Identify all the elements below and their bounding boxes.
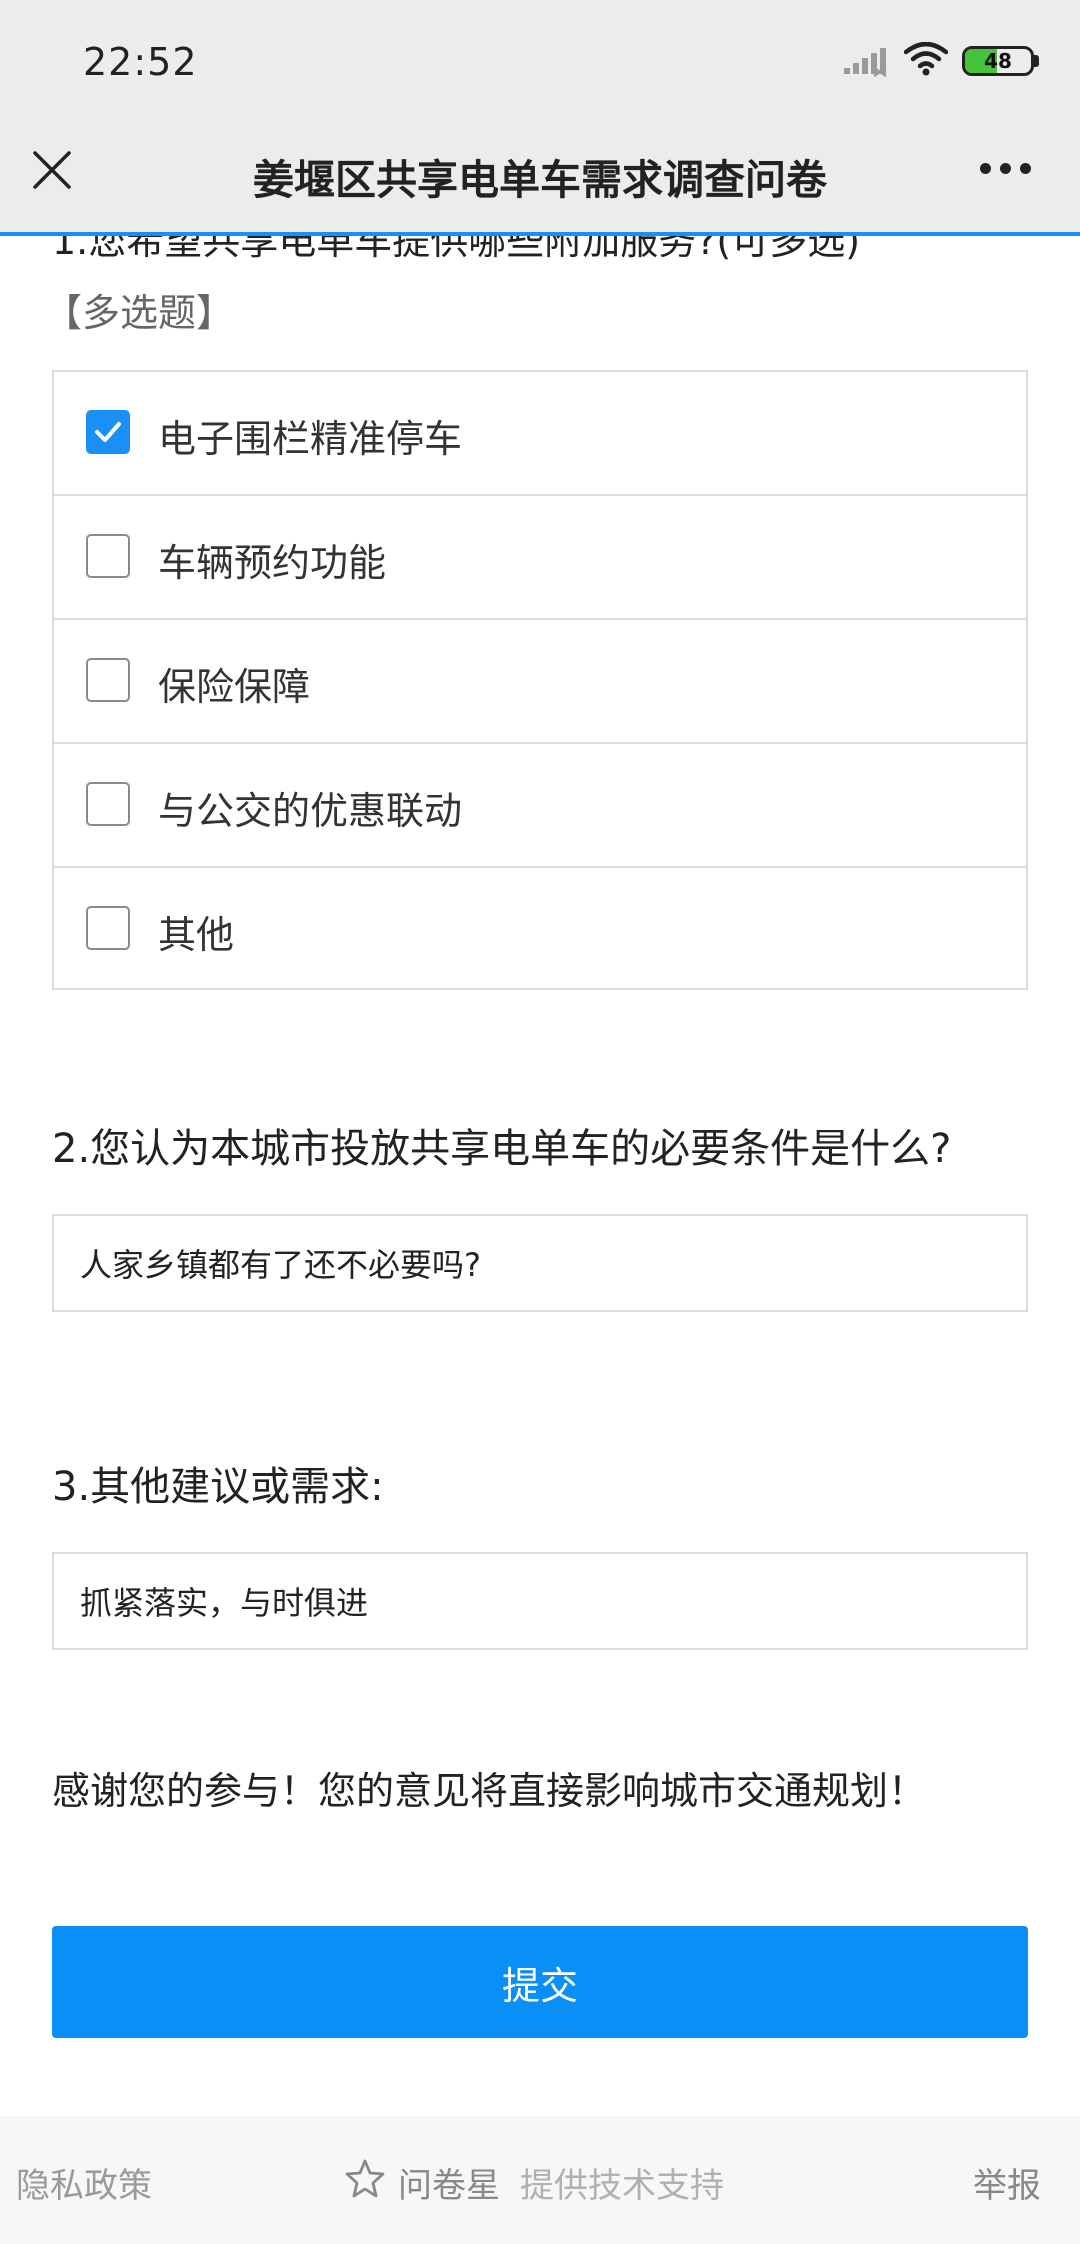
option-row[interactable]: 与公交的优惠联动 [54,744,1026,868]
star-icon [345,2159,385,2198]
question-1-text: 1.您希望共享电单车提供哪些附加服务?(可多选) [52,236,861,263]
status-bar: 22:52 48 [0,0,1080,120]
option-label: 电子围栏精准停车 [158,417,463,461]
close-icon[interactable] [32,150,72,190]
option-checkbox[interactable] [86,534,130,578]
option-row[interactable]: 电子围栏精准停车 [54,372,1026,496]
battery-icon: 48 [962,46,1042,76]
option-label: 保险保障 [158,665,311,709]
option-label: 其他 [158,913,235,957]
question-1-title: * 1.您希望共享电单车提供哪些附加服务?(可多选) [26,236,861,265]
question-1-options: 电子围栏精准停车 车辆预约功能 保险保障 与公交的优惠联动 其他 [52,370,1028,990]
option-label: 车辆预约功能 [158,541,387,585]
battery-level: 48 [984,49,1012,73]
required-mark: * [26,236,41,245]
question-2-title: 2.您认为本城市投放共享电单车的必要条件是什么? [52,1126,952,1172]
option-checkbox[interactable] [86,410,130,454]
option-checkbox[interactable] [86,906,130,950]
option-row[interactable]: 其他 [54,868,1026,992]
option-row[interactable]: 保险保障 [54,620,1026,744]
signal-icon [844,48,887,78]
report-link[interactable]: 举报 [973,2158,1041,2207]
option-checkbox[interactable] [86,658,130,702]
option-row[interactable]: 车辆预约功能 [54,496,1026,620]
question-1-type-label: 【多选题】 [44,291,235,335]
tech-support-text: 提供技术支持 [520,2166,724,2206]
question-2-answer-input[interactable] [52,1214,1028,1312]
page-title: 姜堰区共享电单车需求调查问卷 [253,156,827,204]
checkmark-icon [95,422,121,442]
option-label: 与公交的优惠联动 [158,789,463,833]
thanks-message: 感谢您的参与！您的意见将直接影响城市交通规划！ [52,1769,927,1813]
wifi-icon [904,42,948,76]
question-3-answer-input[interactable] [52,1552,1028,1650]
question-3-title: 3.其他建议或需求: [52,1464,384,1510]
status-time: 22:52 [83,40,198,84]
footer: 隐私政策 问卷星 提供技术支持 举报 [0,2116,1080,2244]
privacy-policy-link[interactable]: 隐私政策 [16,2158,152,2207]
survey-content[interactable]: * 1.您希望共享电单车提供哪些附加服务?(可多选) 【多选题】 电子围栏精准停… [0,236,1080,2116]
option-checkbox[interactable] [86,782,130,826]
submit-button[interactable]: 提交 [52,1926,1028,2038]
brand-link[interactable]: 问卷星 [398,2158,500,2207]
more-icon[interactable] [980,163,1032,177]
